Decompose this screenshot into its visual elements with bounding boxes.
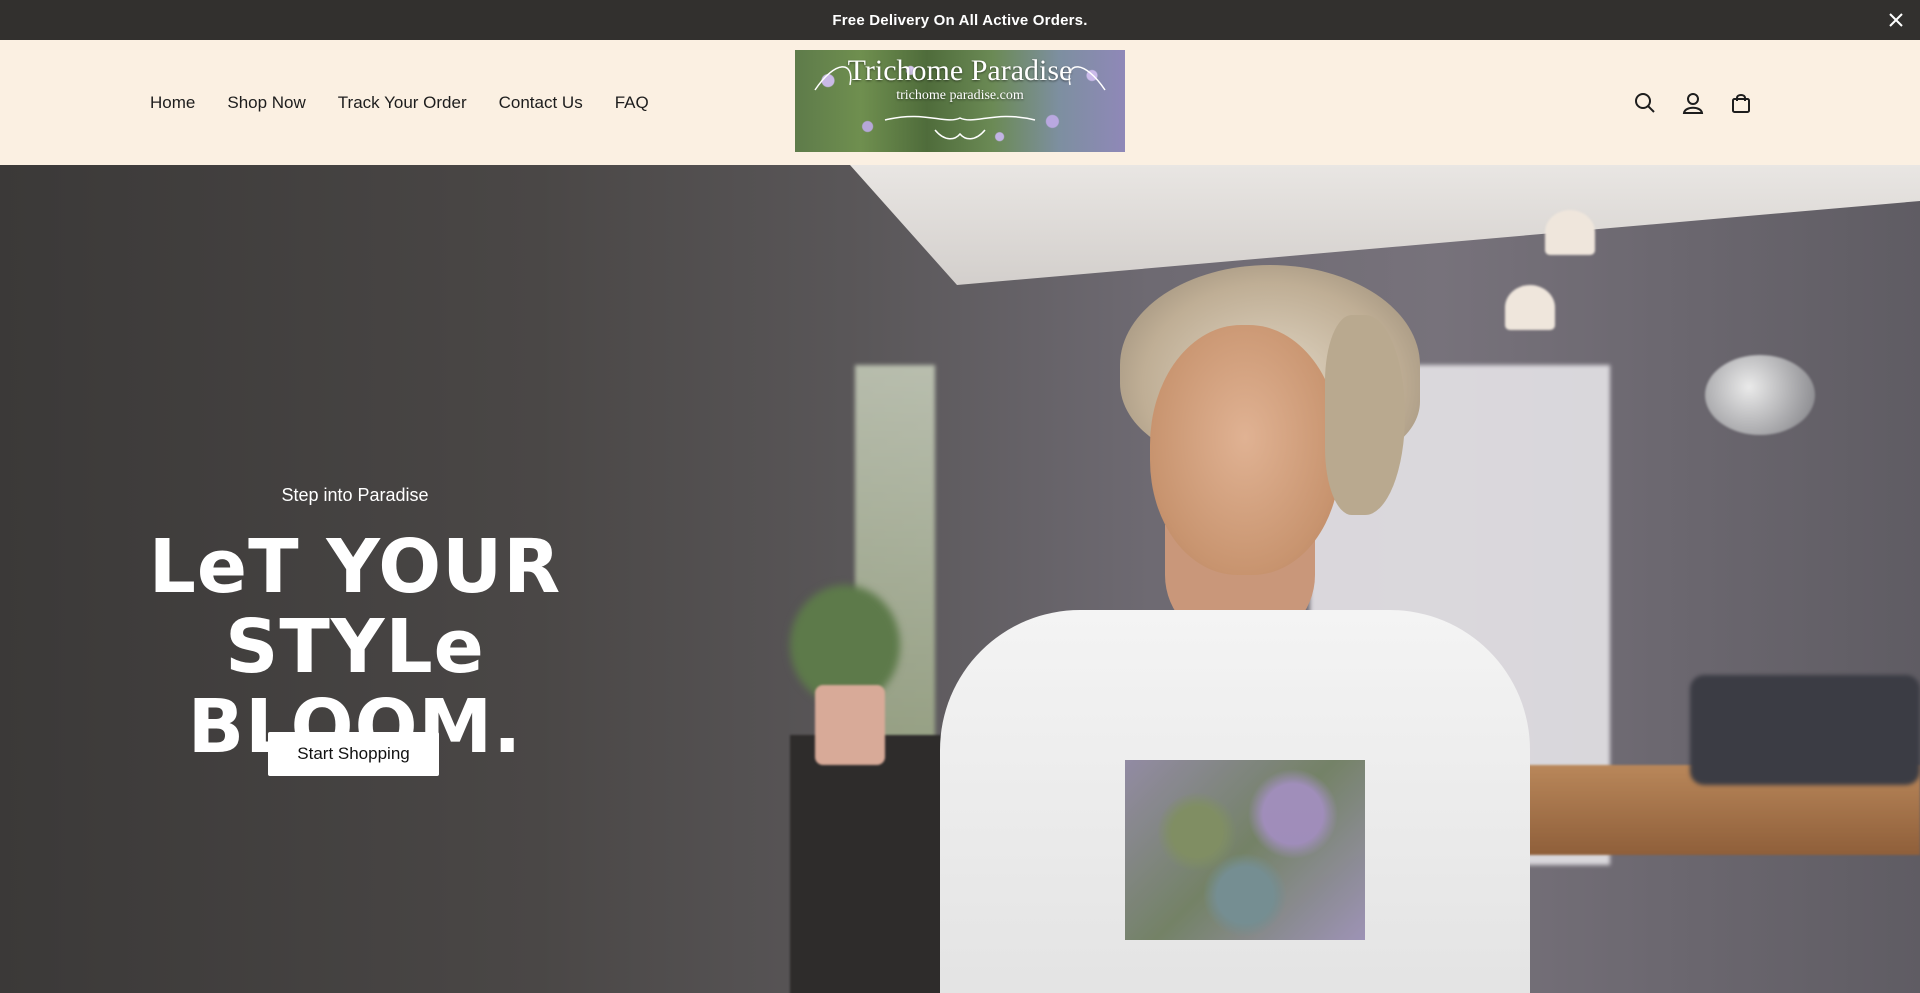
- site-header: Home Shop Now Track Your Order Contact U…: [0, 40, 1920, 165]
- model-hair: [1325, 315, 1405, 515]
- main-nav: Home Shop Now Track Your Order Contact U…: [150, 40, 649, 165]
- hero-copy: Step into Paradise LeT YOUR STYLe BLOOM.…: [140, 165, 570, 993]
- nav-home[interactable]: Home: [150, 93, 195, 113]
- hero-banner: Step into Paradise LeT YOUR STYLe BLOOM.…: [0, 165, 1920, 993]
- tshirt-print-image: [1125, 760, 1365, 940]
- hero-bg-lamp: [1505, 285, 1555, 330]
- announcement-text: Free Delivery On All Active Orders.: [832, 11, 1088, 29]
- logo-subtitle: trichome paradise.com: [896, 88, 1024, 103]
- hero-bg-mirror: [1705, 355, 1815, 435]
- hero-bg-pot: [815, 685, 885, 765]
- nav-shop-now[interactable]: Shop Now: [227, 93, 305, 113]
- hero-bg-ceiling: [850, 165, 1920, 285]
- nav-faq[interactable]: FAQ: [615, 93, 649, 113]
- nav-track-order[interactable]: Track Your Order: [338, 93, 467, 113]
- account-icon[interactable]: [1680, 90, 1706, 116]
- header-icons: [1632, 40, 1754, 165]
- model-face: [1150, 325, 1340, 575]
- search-icon[interactable]: [1632, 90, 1658, 116]
- hero-bg-sofa: [1690, 675, 1920, 785]
- cart-icon[interactable]: [1728, 90, 1754, 116]
- announcement-bar: Free Delivery On All Active Orders.: [0, 0, 1920, 40]
- hero-bg-lamp: [1545, 210, 1595, 255]
- close-icon[interactable]: [1886, 10, 1906, 30]
- hero-headline: LeT YOUR STYLe BLOOM.: [140, 527, 570, 767]
- hero-headline-line1: LeT YOUR: [148, 524, 562, 610]
- hero-eyebrow: Step into Paradise: [281, 485, 429, 505]
- start-shopping-button[interactable]: Start Shopping: [268, 732, 439, 776]
- nav-contact-us[interactable]: Contact Us: [499, 93, 583, 113]
- site-logo[interactable]: Trichome Paradise trichome paradise.com: [795, 50, 1125, 152]
- logo-title: Trichome Paradise: [847, 54, 1073, 87]
